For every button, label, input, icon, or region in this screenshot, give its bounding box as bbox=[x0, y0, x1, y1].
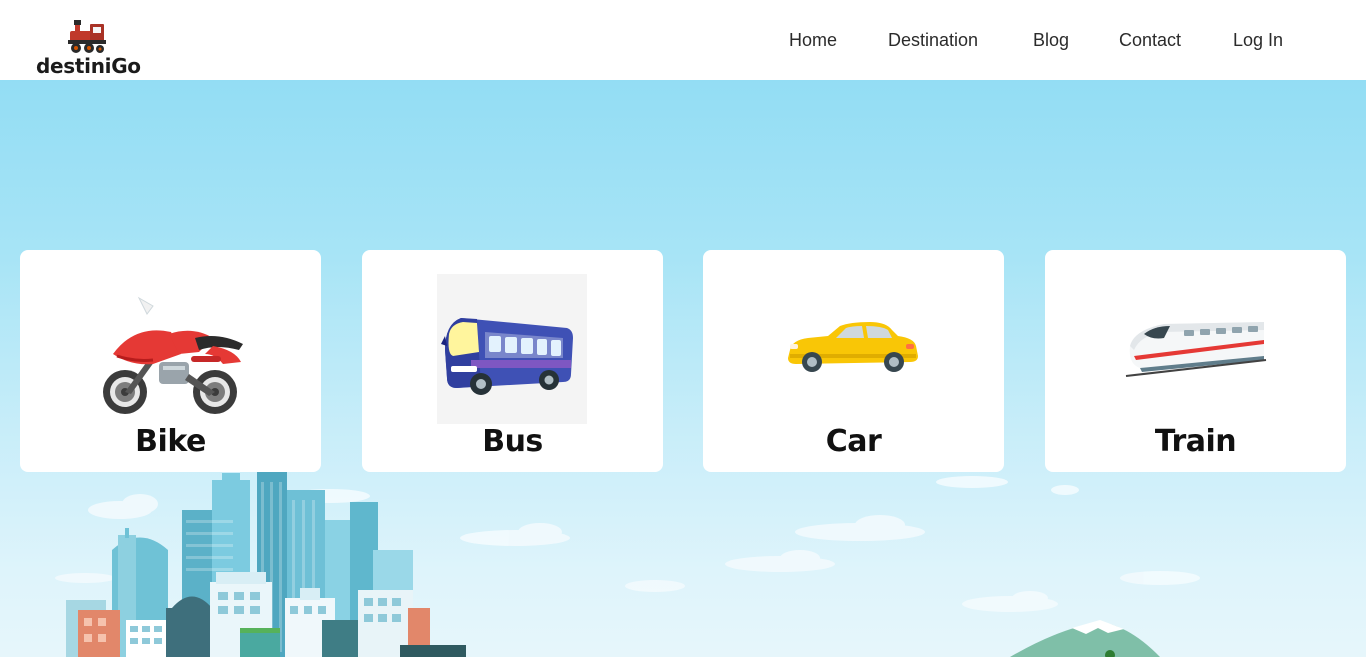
motorbike-icon bbox=[103, 296, 243, 414]
nav-blog[interactable]: Blog bbox=[1033, 30, 1069, 51]
transport-card-car[interactable]: Car bbox=[703, 250, 1004, 472]
nav-destination[interactable]: Destination bbox=[888, 30, 978, 51]
bullet-train-icon bbox=[1125, 322, 1267, 377]
brand-name: destiniGo bbox=[36, 54, 141, 78]
main-nav: Home Destination Blog Contact Log In bbox=[0, 30, 1366, 54]
transport-card-bike[interactable]: Bike bbox=[20, 250, 321, 472]
transport-card-label: Bike bbox=[135, 424, 206, 459]
transport-card-label: Bus bbox=[482, 424, 543, 459]
hero-section: Bike Bus Car Train bbox=[0, 80, 1366, 657]
nav-home[interactable]: Home bbox=[789, 30, 837, 51]
nav-contact[interactable]: Contact bbox=[1119, 30, 1181, 51]
nav-login[interactable]: Log In bbox=[1233, 30, 1283, 51]
transport-card-label: Train bbox=[1154, 424, 1237, 459]
transport-card-train[interactable]: Train bbox=[1045, 250, 1346, 472]
transport-card-label: Car bbox=[825, 424, 882, 459]
bus-icon bbox=[437, 274, 587, 424]
car-icon bbox=[788, 322, 918, 372]
transport-card-bus[interactable]: Bus bbox=[362, 250, 663, 472]
site-header: destiniGo Home Destination Blog Contact … bbox=[0, 0, 1366, 80]
